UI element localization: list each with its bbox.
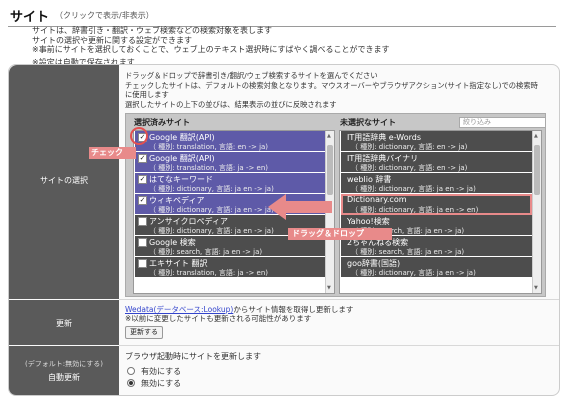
update-note: ※以前に変更したサイトも更新される可能性があります bbox=[125, 314, 312, 323]
divider bbox=[119, 345, 559, 346]
site-lists: 選択済みサイト 未選択なサイト 絞り込み ✓ Google 翻訳(API) （ … bbox=[125, 113, 546, 297]
unselected-site-item[interactable]: IT用語辞典 e-Words （ 種別: dictionary, 言語: en … bbox=[341, 131, 532, 152]
check-callout: チェック bbox=[89, 147, 136, 159]
unselected-site-item[interactable]: weblio 辞書 （ 種別: dictionary, 言語: ja en ->… bbox=[341, 173, 532, 194]
unselected-site-item[interactable]: goo辞書(国語) （ 種別: dictionary, 言語: ja en ->… bbox=[341, 257, 532, 278]
unselected-sites-list[interactable]: IT用語辞典 e-Words （ 種別: dictionary, 言語: en … bbox=[339, 130, 542, 294]
drag-arrow-icon bbox=[268, 194, 332, 220]
section-toggle-hint: （クリックで表示/非表示） bbox=[55, 11, 154, 20]
selected-site-item[interactable]: ✓ はてなキーワード （ 種別: dictionary, 言語: ja en -… bbox=[135, 173, 325, 194]
selected-site-item[interactable]: エキサイト 翻訳 （ 種別: translation, 言語: ja -> en… bbox=[135, 257, 325, 278]
update-label: 更新 bbox=[9, 300, 119, 345]
auto-update-label: 自動更新 (デフォルト:無効にする) bbox=[9, 346, 119, 395]
site-checkbox[interactable]: ✓ bbox=[138, 175, 147, 184]
radio-enable[interactable]: 有効にする bbox=[127, 366, 181, 377]
update-button[interactable]: 更新する bbox=[125, 326, 163, 339]
divider bbox=[119, 299, 559, 300]
radio-button-checked[interactable] bbox=[127, 379, 135, 387]
scrollbar[interactable]: ▲ ▼ bbox=[532, 131, 541, 293]
auto-update-sublabel: (デフォルト:無効にする) bbox=[25, 360, 103, 368]
site-checkbox[interactable] bbox=[138, 217, 147, 226]
site-select-instructions: ドラッグ＆ドロップで辞書引き/翻訳/ウェブ検索するサイトを選んでください チェッ… bbox=[125, 71, 538, 109]
section-description: サイトは、辞書引き・翻訳・ウェブ検索などの検索対象を表します サイトの選択や更新… bbox=[32, 26, 390, 55]
site-checkbox[interactable] bbox=[138, 238, 147, 247]
selected-sites-header: 選択済みサイト bbox=[134, 118, 190, 127]
filter-input[interactable]: 絞り込み bbox=[459, 117, 546, 128]
description-line: サイトは、辞書引き・翻訳・ウェブ検索などの検索対象を表します bbox=[32, 26, 272, 35]
selected-site-item[interactable]: ✓ Google 翻訳(API) （ 種別: translation, 言語: … bbox=[135, 152, 325, 173]
auto-update-description: ブラウザ起動時にサイトを更新します bbox=[125, 352, 261, 361]
drag-drop-callout: ドラッグ＆ドロップ bbox=[288, 228, 392, 240]
unselected-site-item[interactable]: IT用語辞典バイナリ （ 種別: dictionary, 言語: en -> j… bbox=[341, 152, 532, 173]
section-title: サイト bbox=[10, 10, 50, 25]
site-checkbox[interactable]: ✓ bbox=[138, 196, 147, 205]
section-header[interactable]: サイト （クリックで表示/非表示） bbox=[8, 4, 556, 27]
check-highlight-circle bbox=[130, 127, 148, 145]
radio-button[interactable] bbox=[127, 367, 135, 375]
settings-panel: サイトの選択 更新 自動更新 (デフォルト:無効にする) ドラッグ＆ドロップで辞書… bbox=[8, 64, 560, 396]
unselected-site-item[interactable]: Dictionary.com （ 種別: dictionary, 言語: ja … bbox=[341, 194, 532, 215]
site-checkbox[interactable]: ✓ bbox=[138, 154, 147, 163]
radio-disable[interactable]: 無効にする bbox=[127, 378, 181, 389]
selected-site-item[interactable]: ✓ Google 翻訳(API) （ 種別: translation, 言語: … bbox=[135, 131, 325, 152]
site-checkbox[interactable] bbox=[138, 259, 147, 268]
site-select-label: サイトの選択 bbox=[9, 65, 119, 299]
description-line: サイトの選択や更新に関する設定ができます bbox=[32, 35, 192, 45]
description-line: ※事前にサイトを選択しておくことで、ウェブ上のテキスト選択時にすばやく調べること… bbox=[32, 45, 390, 54]
unselected-sites-header: 未選択なサイト bbox=[340, 118, 396, 127]
